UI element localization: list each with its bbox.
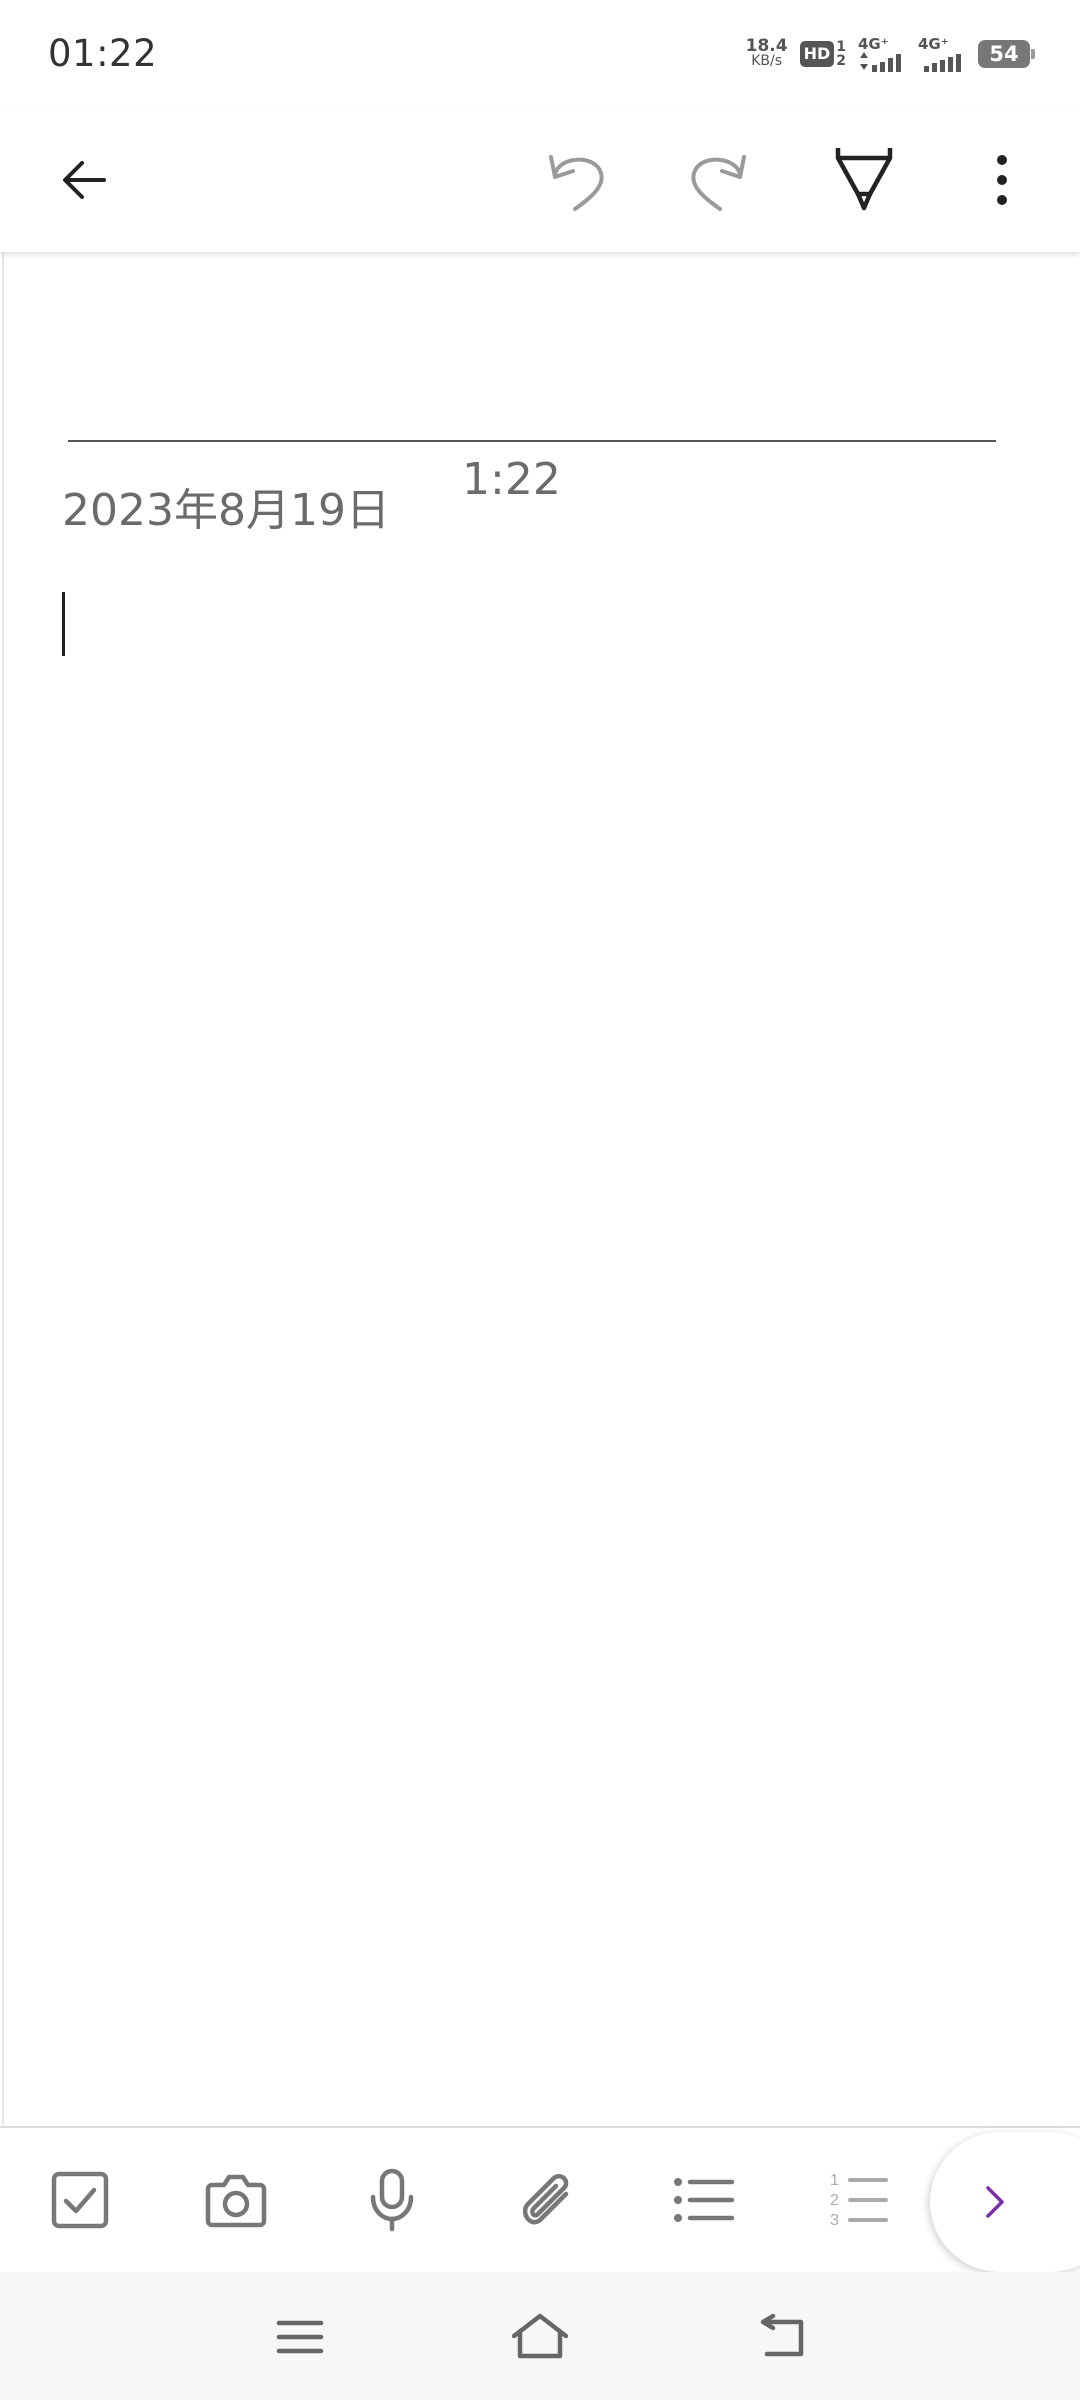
network-speed-unit: KB/s [751, 53, 782, 69]
numbered-list-button[interactable]: 1 2 3 [810, 2150, 910, 2250]
undo-button[interactable] [527, 130, 627, 230]
sim1-signal-bars-icon [860, 51, 901, 72]
checkbox-icon [51, 2171, 109, 2229]
attachment-button[interactable] [498, 2150, 598, 2250]
expand-toolbar-button[interactable] [930, 2132, 1080, 2272]
note-page[interactable]: 2023年8月19日 1:22 [2, 252, 1080, 2127]
bullet-list-icon [674, 2178, 735, 2222]
hd-sim-bottom: 2 [836, 53, 846, 69]
title-underline [68, 440, 996, 442]
note-date: 2023年8月19日 [62, 485, 390, 536]
numbered-list-icon: 1 2 3 [830, 2172, 888, 2229]
sim1-signal: 4G⁺ [858, 34, 906, 72]
bullet-list-button[interactable] [654, 2150, 754, 2250]
nav-back-button[interactable] [736, 2292, 826, 2382]
network-speed: 18.4 KB/s [745, 36, 788, 69]
redo-icon [691, 155, 746, 211]
battery-icon: 54 [978, 40, 1035, 68]
svg-text:1: 1 [830, 2172, 839, 2189]
note-toolbar [0, 110, 1080, 252]
note-time: 1:22 [462, 454, 561, 505]
svg-text:3: 3 [830, 2212, 839, 2229]
hd-voice-badge: HD 1 2 [799, 40, 846, 68]
camera-icon [205, 2174, 267, 2228]
microphone-button[interactable] [342, 2150, 442, 2250]
pen-icon [835, 148, 893, 211]
redo-button[interactable] [668, 130, 768, 230]
back-button[interactable] [34, 130, 134, 230]
more-vertical-icon [997, 155, 1007, 205]
menu-icon [276, 2320, 324, 2354]
nav-menu-button[interactable] [255, 2292, 345, 2382]
sim1-network-label: 4G⁺ [858, 34, 889, 53]
system-navigation-bar [0, 2272, 1080, 2400]
paperclip-icon [522, 2173, 569, 2225]
back-icon [760, 2314, 804, 2357]
sim2-network-label: 4G⁺ [918, 34, 949, 53]
pen-button[interactable] [814, 130, 914, 230]
hd-label: HD [799, 41, 835, 67]
status-bar: 01:22 18.4 KB/s HD 1 2 4G⁺ 4G⁺ 54 [0, 0, 1080, 110]
format-toolbar: 1 2 3 [0, 2126, 1080, 2274]
more-options-button[interactable] [952, 130, 1052, 230]
sim2-signal: 4G⁺ [918, 34, 966, 72]
text-cursor [62, 592, 65, 656]
undo-icon [549, 155, 604, 211]
network-speed-value: 18.4 [745, 36, 788, 56]
chevron-right-icon [986, 2186, 1004, 2218]
status-time: 01:22 [48, 32, 158, 75]
nav-home-button[interactable] [495, 2292, 585, 2382]
hd-sim-numbers: 1 2 [836, 40, 846, 68]
home-icon [511, 2313, 569, 2359]
status-indicators: 18.4 KB/s HD 1 2 4G⁺ 4G⁺ 54 [745, 34, 1035, 74]
sim2-signal-bars-icon [924, 53, 961, 72]
onenote-edit-screen: 01:22 18.4 KB/s HD 1 2 4G⁺ 4G⁺ 54 2023年8… [0, 0, 1080, 2400]
hd-sim-top: 1 [836, 39, 846, 55]
arrow-left-icon [63, 161, 106, 199]
camera-button[interactable] [186, 2150, 286, 2250]
battery-level: 54 [989, 42, 1019, 66]
svg-text:2: 2 [830, 2192, 839, 2209]
microphone-icon [370, 2168, 414, 2232]
checkbox-button[interactable] [30, 2150, 130, 2250]
